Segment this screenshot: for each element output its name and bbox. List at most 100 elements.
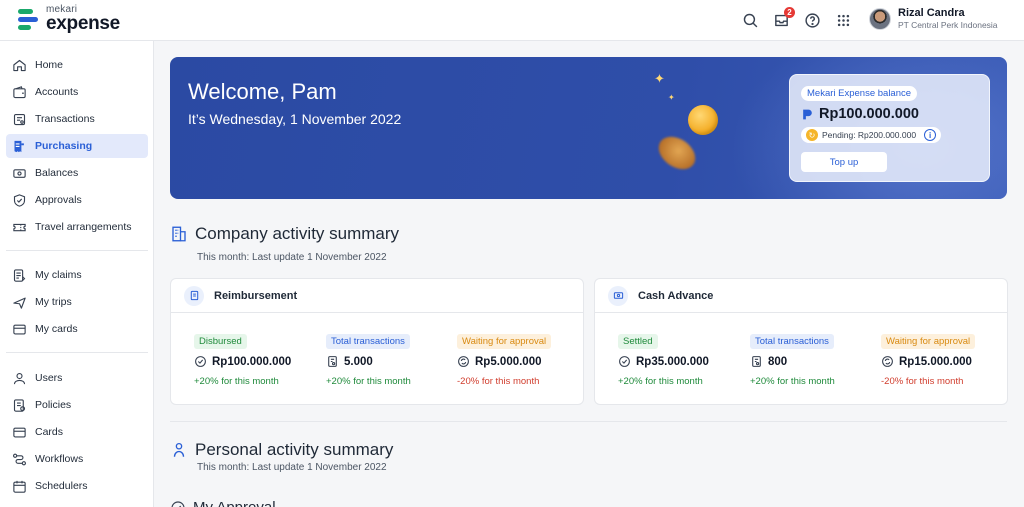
top-up-button[interactable]: Top up [801, 152, 887, 172]
claims-icon [13, 268, 26, 282]
metric-waiting-approval: Waiting for approval Rp15.000.000 -20% f… [881, 331, 1009, 387]
personal-summary-title: Personal activity summary [170, 440, 393, 460]
mekari-pay-icon [803, 109, 812, 119]
sidebar-item-label: Balances [35, 167, 79, 179]
sidebar-item-my-cards[interactable]: My cards [6, 317, 148, 341]
help-icon[interactable] [801, 9, 823, 31]
metric-change: -20% for this month [457, 376, 540, 387]
balance-card: Mekari Expense balance Rp100.000.000 ↻ P… [789, 74, 990, 182]
metric-change: +20% for this month [326, 376, 411, 387]
mekari-expense-logo[interactable]: mekari expense [18, 5, 120, 33]
card-icon [13, 324, 26, 334]
cash-advance-card[interactable]: Cash Advance Settled Rp35.000.000 +20% f… [594, 278, 1008, 405]
sidebar-item-label: My claims [35, 269, 82, 281]
check-circle-icon [195, 356, 206, 367]
sidebar-item-balances[interactable]: Balances [6, 161, 148, 185]
metric-disbursed: Disbursed Rp100.000.000 +20% for this mo… [194, 331, 322, 387]
approval-icon [171, 500, 185, 507]
refresh-icon [882, 356, 893, 367]
reimbursement-card[interactable]: Reimbursement Disbursed Rp100.000.000 +2… [170, 278, 584, 405]
metric-total-transactions: Total transactions 5.000 +20% for this m… [326, 331, 454, 387]
company-summary-title: Company activity summary [170, 224, 399, 244]
home-icon [13, 59, 26, 71]
sparkle-icon: ✦ [668, 93, 675, 102]
sidebar-item-label: Policies [35, 399, 72, 411]
sidebar-item-home[interactable]: Home [6, 53, 148, 77]
metric-tag: Waiting for approval [457, 334, 552, 349]
document-icon [752, 356, 761, 367]
user-company: PT Central Perk Indonesia [898, 20, 998, 30]
calendar-icon [13, 480, 26, 493]
metric-change: -20% for this month [881, 376, 964, 387]
personal-summary-subtitle: This month: Last update 1 November 2022 [197, 462, 387, 473]
sidebar-item-label: Cards [35, 426, 64, 438]
user-icon [13, 372, 26, 384]
document-icon [328, 356, 337, 367]
metric-settled: Settled Rp35.000.000 +20% for this month [618, 331, 746, 387]
logo-mark-icon [18, 7, 40, 31]
pending-icon: ↻ [806, 129, 818, 141]
check-circle-icon [619, 356, 630, 367]
cash-advance-title: Cash Advance [638, 289, 714, 302]
sidebar-item-label: Purchasing [35, 140, 93, 152]
metric-tag: Settled [618, 334, 658, 349]
ticket-icon [13, 223, 26, 231]
sidebar-item-my-trips[interactable]: My trips [6, 290, 148, 314]
workflow-icon [13, 453, 26, 465]
user-menu[interactable]: Rizal Candra PT Central Perk Indonesia [869, 7, 998, 30]
metric-change: +20% for this month [194, 376, 279, 387]
sidebar-item-approvals[interactable]: Approvals [6, 188, 148, 212]
cash-icon [608, 285, 628, 306]
sidebar-item-my-claims[interactable]: My claims [6, 263, 148, 287]
apps-grid-icon[interactable] [832, 9, 854, 31]
coin-illustration [652, 130, 702, 176]
refresh-icon [458, 356, 469, 367]
metric-value: 5.000 [344, 355, 373, 368]
metric-value: Rp5.000.000 [475, 355, 542, 368]
metric-change: +20% for this month [618, 376, 703, 387]
policy-icon [13, 398, 26, 412]
wallet-icon [13, 85, 26, 98]
sidebar-item-workflows[interactable]: Workflows [6, 447, 148, 471]
sidebar-item-label: Schedulers [35, 480, 88, 492]
logo-big-text: expense [46, 13, 120, 34]
metric-tag: Waiting for approval [881, 334, 976, 349]
avatar [869, 7, 891, 30]
info-icon[interactable]: i [924, 129, 937, 141]
metric-waiting-approval: Waiting for approval Rp5.000.000 -20% fo… [457, 331, 585, 387]
sidebar-item-policies[interactable]: Policies [6, 393, 148, 417]
sidebar-item-label: Workflows [35, 453, 84, 465]
top-bar: mekari expense 2 Rizal Candra PT Central… [0, 0, 1024, 41]
sidebar-divider [6, 352, 148, 353]
balance-icon [13, 168, 26, 178]
sidebar-item-label: My cards [35, 323, 78, 335]
metric-value: Rp15.000.000 [899, 355, 972, 368]
shield-check-icon [13, 193, 26, 207]
sidebar-item-schedulers[interactable]: Schedulers [6, 474, 148, 498]
welcome-date: It’s Wednesday, 1 November 2022 [188, 111, 402, 127]
sparkle-icon: ✦ [654, 71, 665, 86]
card-icon [13, 427, 26, 437]
sidebar-item-travel-arrangements[interactable]: Travel arrangements [6, 215, 148, 239]
sidebar-item-purchasing[interactable]: Purchasing [6, 134, 148, 158]
notification-inbox-icon[interactable]: 2 [770, 7, 795, 31]
metric-total-transactions: Total transactions 800 +20% for this mon… [750, 331, 878, 387]
receipt-icon [184, 285, 204, 306]
sidebar-item-users[interactable]: Users [6, 366, 148, 390]
transactions-icon [13, 113, 26, 125]
metric-tag: Total transactions [326, 334, 410, 349]
metric-change: +20% for this month [750, 376, 835, 387]
sidebar-item-cards[interactable]: Cards [6, 420, 148, 444]
metric-value: 800 [768, 355, 788, 368]
welcome-title: Welcome, Pam [188, 79, 337, 104]
coin-illustration [688, 105, 718, 135]
sidebar-item-label: My trips [35, 296, 72, 308]
search-icon[interactable] [739, 9, 761, 31]
section-divider [170, 421, 1007, 422]
notification-badge: 2 [784, 7, 795, 18]
balance-amount: Rp100.000.000 [801, 106, 919, 122]
sidebar-item-transactions[interactable]: Transactions [6, 107, 148, 131]
sidebar-item-accounts[interactable]: Accounts [6, 80, 148, 104]
sidebar-item-label: Users [35, 372, 63, 384]
company-summary-subtitle: This month: Last update 1 November 2022 [197, 252, 387, 263]
